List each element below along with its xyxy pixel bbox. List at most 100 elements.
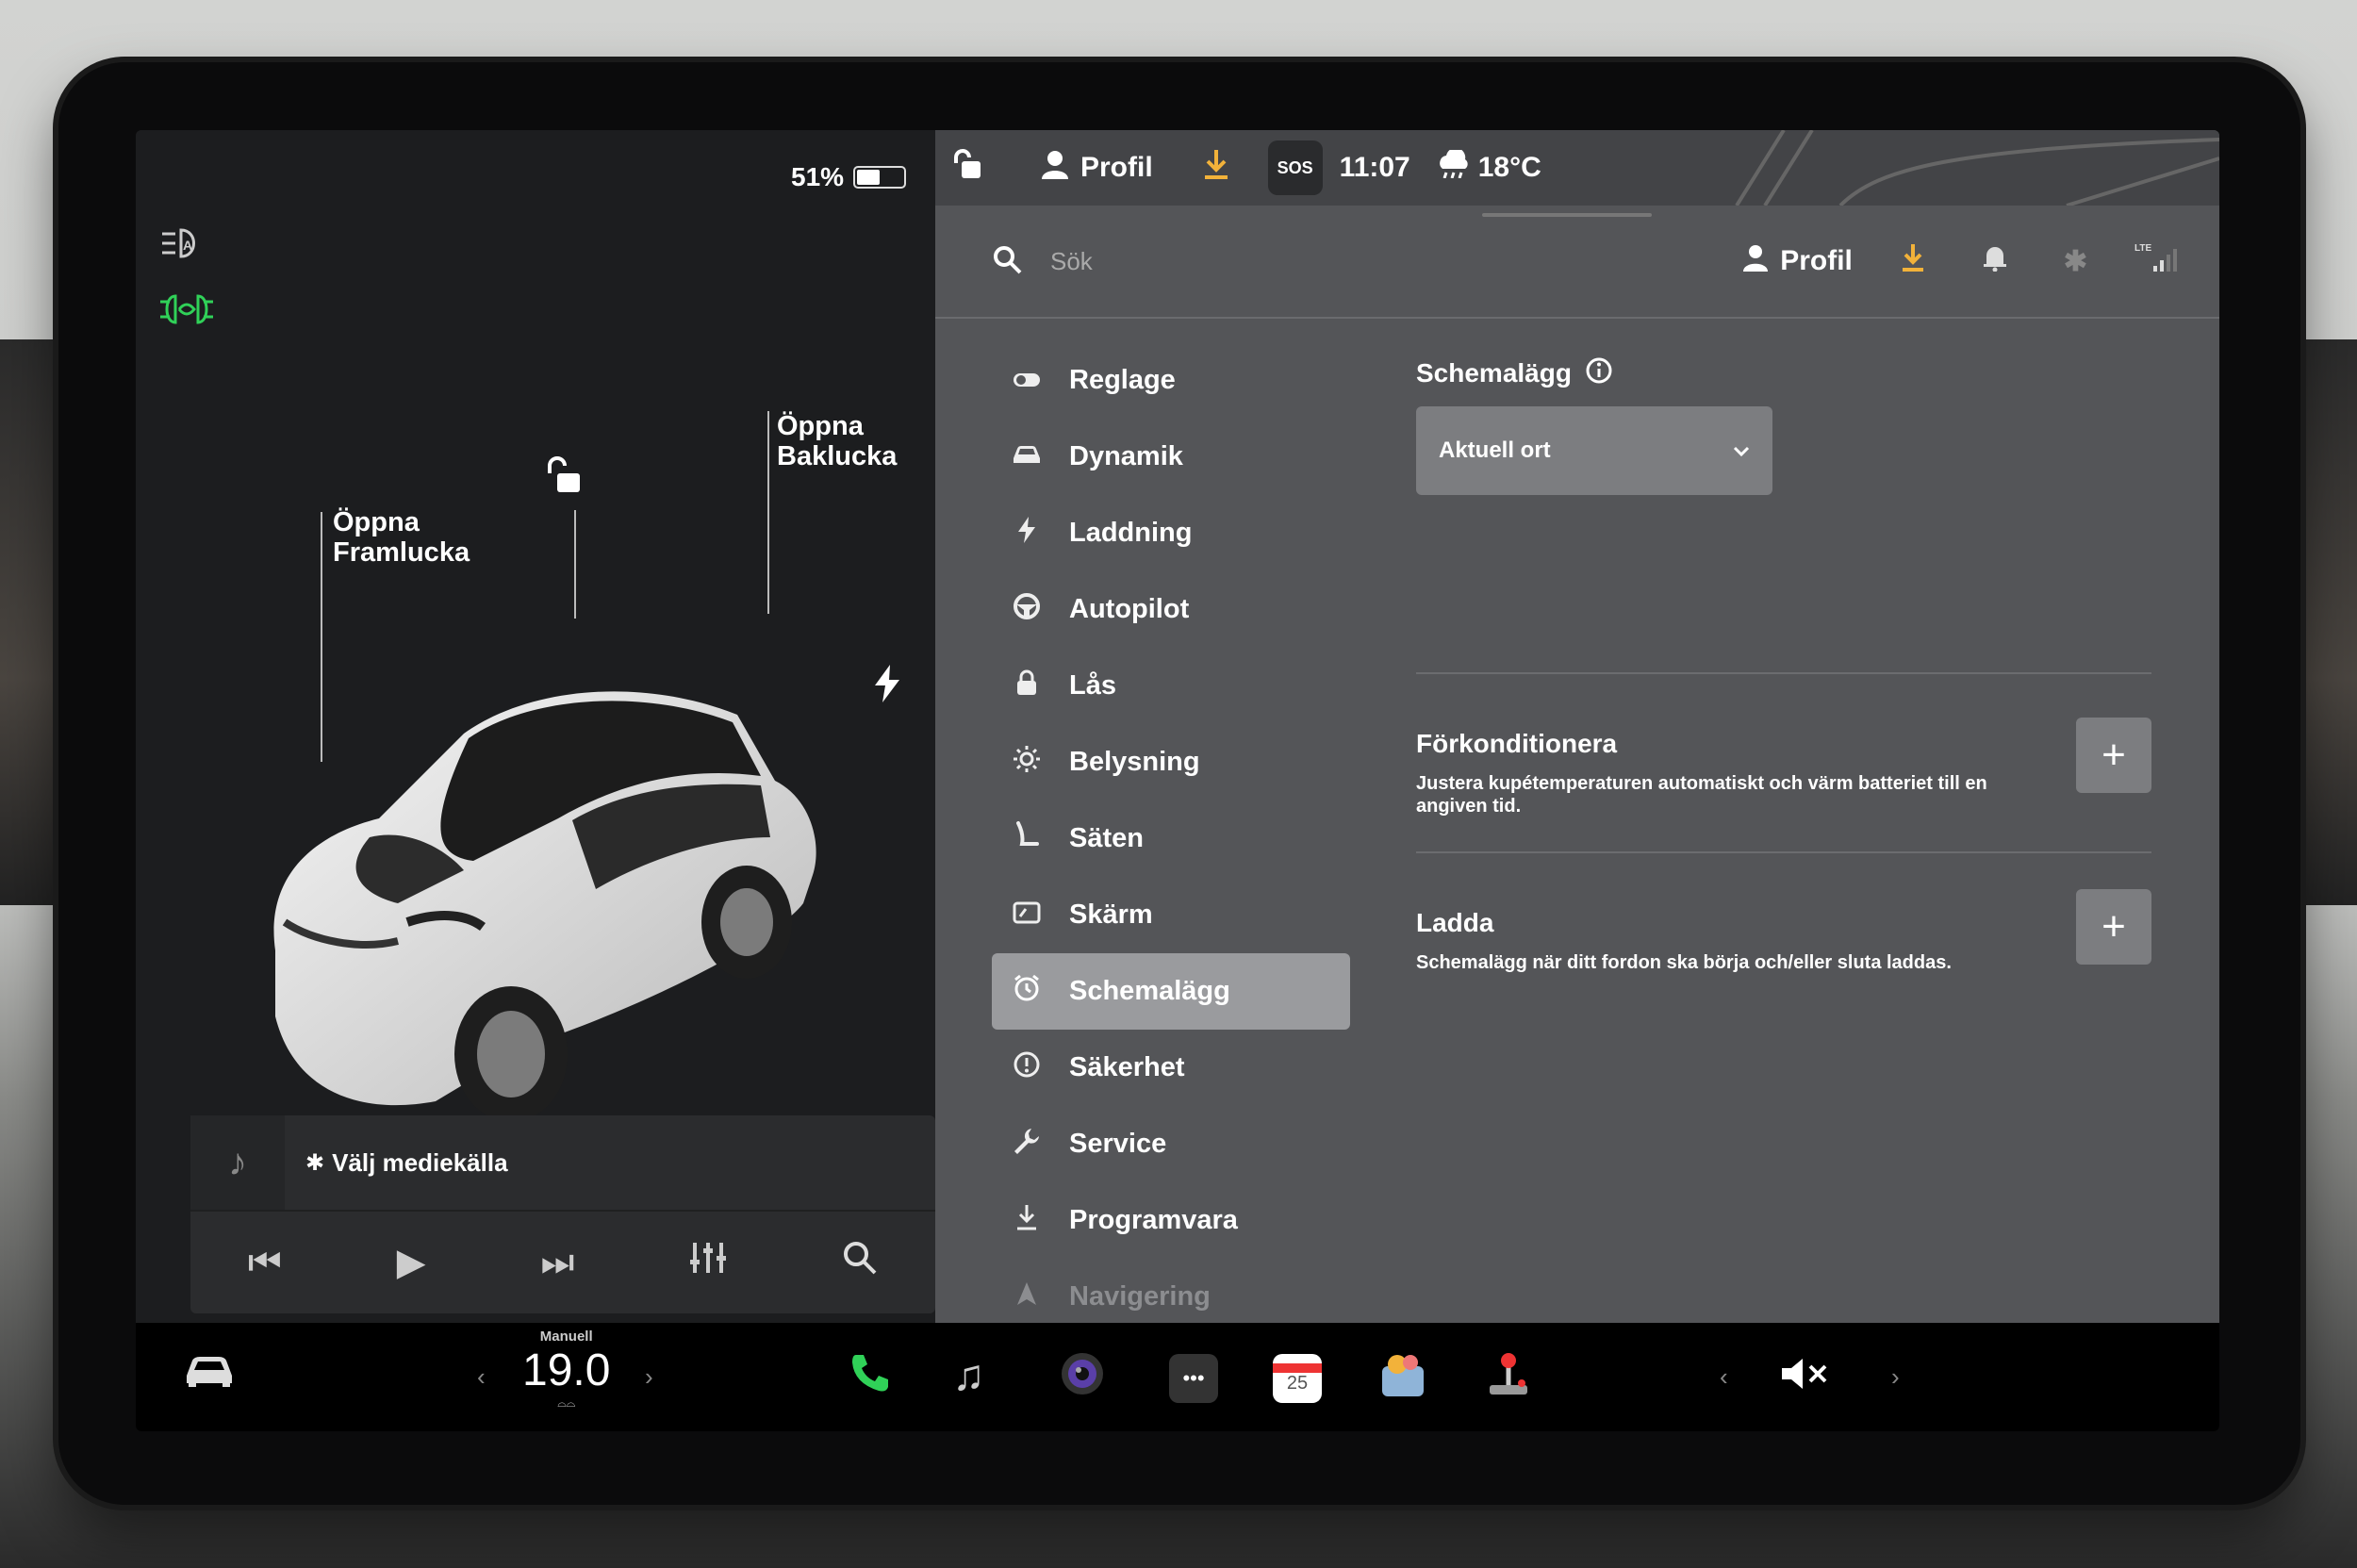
menu-item-dynamik[interactable]: Dynamik	[992, 419, 1350, 495]
search-row: Profil ✱ LTE	[935, 206, 2219, 317]
climate-control[interactable]: Manuell 19.0 ⌓⌓	[522, 1329, 610, 1411]
trunk-leader-line	[767, 411, 769, 614]
menu-item-label: Säkerhet	[1069, 1052, 1185, 1082]
display-icon	[1007, 900, 1047, 931]
lock-icon	[1007, 669, 1047, 702]
schedule-title: Schemalägg	[1416, 357, 1572, 388]
search-input[interactable]	[1048, 245, 1429, 277]
menu-item-programvara[interactable]: Programvara	[992, 1182, 1350, 1259]
auto-headlights-icon[interactable]: A	[160, 224, 209, 271]
fog-lights-icon[interactable]	[160, 290, 213, 337]
arcade-joystick-icon[interactable]	[1484, 1349, 1533, 1398]
next-track-icon[interactable]: ⏭	[540, 1242, 574, 1284]
location-dropdown-value: Aktuell ort	[1439, 437, 1551, 463]
profile-icon[interactable]	[1041, 149, 1069, 187]
battery-icon	[853, 166, 907, 189]
unlocked-icon[interactable]	[952, 148, 984, 188]
section-divider-1	[1416, 672, 2151, 674]
calendar-icon[interactable]: 25	[1273, 1354, 1322, 1403]
menu-item-label: Autopilot	[1069, 594, 1190, 624]
info-icon[interactable]	[1585, 356, 1613, 389]
camera-icon[interactable]	[1060, 1351, 1105, 1396]
menu-item-schemalägg[interactable]: Schemalägg	[992, 953, 1350, 1030]
header-profile-icon[interactable]	[1742, 243, 1769, 279]
bluetooth-status-icon[interactable]: ✱	[2064, 245, 2087, 278]
precondition-description: Justera kupétemperaturen automatiskt och…	[1416, 773, 1987, 817]
menu-item-belysning[interactable]: Belysning	[992, 724, 1350, 801]
choose-media-source[interactable]: Välj mediekälla	[332, 1148, 507, 1178]
menu-item-label: Reglage	[1069, 365, 1176, 395]
menu-item-label: Service	[1069, 1129, 1167, 1159]
media-search-icon[interactable]	[842, 1240, 878, 1285]
location-dropdown[interactable]: Aktuell ort	[1416, 406, 1772, 495]
menu-item-säkerhet[interactable]: Säkerhet	[992, 1030, 1350, 1106]
add-charge-schedule-button[interactable]: +	[2076, 889, 2151, 965]
charge-port-icon[interactable]	[873, 665, 901, 711]
cabin-temperature: 19.0	[522, 1345, 611, 1395]
temp-increase-icon[interactable]: ›	[645, 1362, 653, 1392]
menu-item-lås[interactable]: Lås	[992, 648, 1350, 724]
menu-item-label: Säten	[1069, 823, 1144, 853]
temp-decrease-icon[interactable]: ‹	[477, 1362, 486, 1392]
music-note-icon: ♪	[190, 1115, 285, 1210]
car-icon	[1007, 442, 1047, 472]
music-icon[interactable]: ♫	[952, 1349, 985, 1400]
climate-mode: Manuell	[539, 1329, 593, 1345]
status-bar: Profil SOS 11:07 18°C	[935, 130, 2219, 206]
more-apps-icon[interactable]: •••	[1169, 1354, 1218, 1403]
status-profile-label[interactable]: Profil	[1080, 152, 1153, 184]
car-illustration	[273, 691, 816, 1122]
lte-signal-icon: LTE	[2134, 241, 2182, 281]
update-download-icon[interactable]	[1202, 148, 1230, 188]
equalizer-icon[interactable]	[689, 1241, 727, 1284]
open-trunk-label[interactable]: Öppna Baklucka	[777, 411, 897, 471]
previous-track-icon[interactable]: ⏮	[248, 1242, 282, 1284]
calendar-day: 25	[1286, 1372, 1309, 1394]
menu-item-label: Schemalägg	[1069, 976, 1230, 1006]
sun-icon	[1007, 745, 1047, 780]
car-icon[interactable]	[183, 1351, 236, 1389]
navigation-icon	[1007, 1280, 1047, 1313]
chevron-down-icon	[1733, 437, 1750, 464]
mute-icon[interactable]	[1778, 1355, 1831, 1393]
seat-heater-icon: ⌓⌓	[557, 1396, 576, 1410]
menu-item-service[interactable]: Service	[992, 1106, 1350, 1182]
toybox-icon[interactable]	[1378, 1351, 1427, 1398]
battery-indicator: 51%	[791, 162, 907, 192]
menu-item-label: Skärm	[1069, 900, 1153, 930]
svg-text:LTE: LTE	[2134, 243, 2151, 254]
menu-item-label: Navigering	[1069, 1281, 1211, 1312]
outside-temperature: 18°C	[1477, 152, 1541, 183]
volume-increase-icon[interactable]: ›	[1891, 1362, 1900, 1392]
menu-item-reglage[interactable]: Reglage	[992, 342, 1350, 419]
phone-icon[interactable]	[849, 1351, 892, 1395]
add-precondition-button[interactable]: +	[2076, 718, 2151, 793]
bolt-icon	[1007, 517, 1047, 550]
section-divider-2	[1416, 851, 2151, 853]
touchscreen: 51% A Öppna Framlucka Öppna Baklucka ♪ ✱…	[136, 130, 2219, 1431]
menu-item-laddning[interactable]: Laddning	[992, 495, 1350, 571]
menu-item-label: Belysning	[1069, 747, 1200, 777]
menu-item-label: Dynamik	[1069, 441, 1183, 471]
unlock-icon[interactable]	[546, 454, 587, 504]
precondition-row: Förkonditionera Justera kupétemperaturen…	[1416, 718, 2151, 817]
play-icon[interactable]: ▶	[397, 1241, 426, 1284]
menu-item-label: Programvara	[1069, 1205, 1238, 1235]
download-icon	[1007, 1203, 1047, 1238]
sos-button[interactable]: SOS	[1267, 140, 1323, 195]
header-download-icon[interactable]	[1900, 242, 1926, 280]
alert-circle-icon	[1007, 1050, 1047, 1085]
search-icon[interactable]	[992, 244, 1022, 279]
svg-text:A: A	[183, 238, 192, 253]
volume-decrease-icon[interactable]: ‹	[1720, 1362, 1728, 1392]
open-frunk-label[interactable]: Öppna Framlucka	[333, 507, 470, 568]
menu-item-autopilot[interactable]: Autopilot	[992, 571, 1350, 648]
header-profile-label[interactable]: Profil	[1780, 245, 1853, 277]
settings-menu: Reglage Dynamik Laddning Autopilot Lås Belysn…	[992, 342, 1350, 1335]
charge-description: Schemalägg när ditt fordon ska börja och…	[1416, 952, 1952, 973]
notification-bell-icon[interactable]	[1983, 243, 2007, 279]
taskbar: ‹ Manuell 19.0 ⌓⌓ › ♫ ••• 25 ‹ ›	[136, 1323, 2219, 1431]
charge-row: Ladda Schemalägg när ditt fordon ska bör…	[1416, 889, 2151, 974]
menu-item-säten[interactable]: Säten	[992, 801, 1350, 877]
menu-item-skärm[interactable]: Skärm	[992, 877, 1350, 953]
